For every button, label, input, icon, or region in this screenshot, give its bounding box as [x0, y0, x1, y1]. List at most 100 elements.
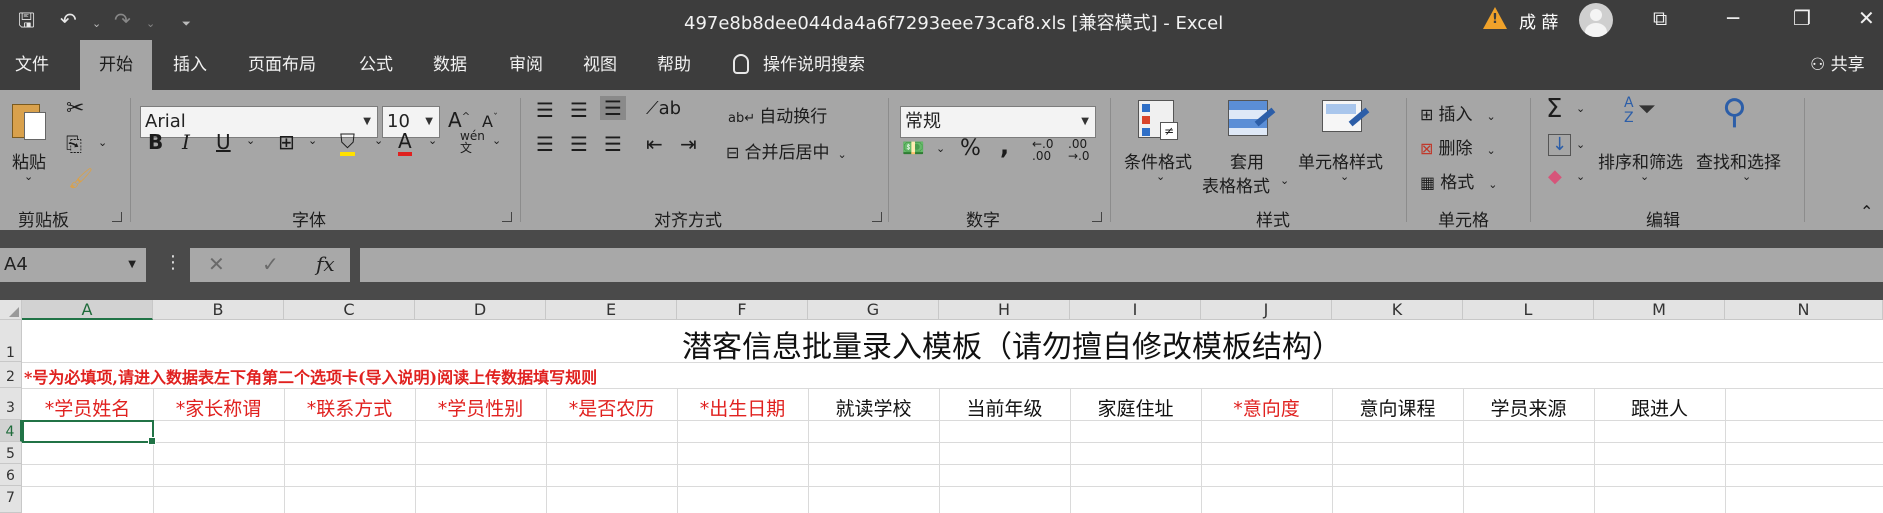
conditional-dropdown-icon[interactable]: ⌄ [1156, 170, 1165, 183]
header-cell-i3[interactable]: 家庭住址 [1070, 394, 1201, 421]
row-header-2[interactable]: 2 [0, 362, 22, 388]
column-header-a[interactable]: A [22, 300, 153, 320]
find-dropdown-icon[interactable]: ⌄ [1742, 170, 1751, 183]
column-header-l[interactable]: L [1463, 300, 1594, 320]
alignment-launcher-icon[interactable] [872, 212, 882, 222]
merge-center-button[interactable]: ⊟ 合并后居中 ⌄ [726, 138, 847, 163]
clipboard-launcher-icon[interactable] [112, 212, 122, 222]
increase-decimal-icon[interactable]: ←.0.00 [1032, 138, 1054, 162]
insert-function-button[interactable]: fx [316, 252, 335, 276]
copy-dropdown-icon[interactable]: ⌄ [98, 136, 107, 149]
tell-me-search[interactable]: 操作说明搜索 [733, 40, 865, 90]
number-format-select[interactable]: 常规 ▼ [900, 106, 1096, 138]
find-select-icon[interactable]: ⚲ [1722, 92, 1747, 132]
sort-filter-icon[interactable]: A Z ⏷ [1624, 96, 1656, 126]
header-cell-g3[interactable]: 就读学校 [808, 394, 939, 421]
phonetic-dropdown-icon[interactable]: ⌄ [492, 134, 501, 147]
accounting-format-icon[interactable]: 💵 [902, 138, 924, 159]
paste-dropdown-icon[interactable]: ⌄ [24, 170, 33, 183]
percent-style-button[interactable]: % [960, 136, 981, 161]
number-launcher-icon[interactable] [1092, 212, 1102, 222]
header-cell-d3[interactable]: *学员性别 [415, 394, 546, 421]
tab-insert[interactable]: 插入 [158, 40, 222, 90]
tab-formulas[interactable]: 公式 [344, 40, 408, 90]
increase-indent-icon[interactable]: ⇥ [680, 132, 697, 156]
minimize-icon[interactable]: ─ [1727, 6, 1739, 30]
header-cell-c3[interactable]: *联系方式 [284, 394, 415, 421]
fill-color-icon[interactable]: ⛉ [340, 130, 355, 156]
sort-dropdown-icon[interactable]: ⌄ [1640, 170, 1649, 183]
undo-icon[interactable]: ↶ [60, 8, 77, 32]
column-header-b[interactable]: B [153, 300, 284, 320]
tab-view[interactable]: 视图 [568, 40, 632, 90]
redo-icon[interactable]: ↷ [114, 8, 131, 32]
selected-cell-a4[interactable] [22, 420, 156, 445]
fill-icon[interactable]: ↓ [1548, 134, 1572, 156]
align-center-icon[interactable]: ☰ [570, 132, 588, 156]
avatar[interactable] [1579, 3, 1613, 37]
cut-icon[interactable]: ✂ [66, 96, 84, 121]
phonetic-guide-icon[interactable]: wén 文 [460, 130, 485, 154]
align-top-icon[interactable]: ☰ [536, 98, 554, 122]
required-note-cell[interactable]: *号为必填项,请进入数据表左下角第二个选项卡(导入说明)阅读上传数据填写规则 [24, 364, 597, 388]
underline-dropdown-icon[interactable]: ⌄ [246, 134, 255, 147]
tab-data[interactable]: 数据 [418, 40, 482, 90]
user-name[interactable]: 成 薛 [1519, 8, 1558, 33]
format-table-dropdown-icon[interactable]: ⌄ [1280, 174, 1289, 187]
column-header-d[interactable]: D [415, 300, 546, 320]
header-cell-a3[interactable]: *学员姓名 [22, 394, 153, 421]
cancel-icon[interactable]: ✕ [208, 252, 225, 276]
tab-help[interactable]: 帮助 [642, 40, 706, 90]
autosum-icon[interactable]: Σ [1546, 94, 1562, 124]
tab-review[interactable]: 审阅 [494, 40, 558, 90]
name-box[interactable]: A4 ▼ [0, 248, 146, 282]
row-header-5[interactable]: 5 [0, 442, 22, 464]
copy-icon[interactable]: ⎘ [66, 132, 82, 156]
format-cells-button[interactable]: ▦ 格式 ⌄ [1420, 168, 1497, 193]
row-header-6[interactable]: 6 [0, 464, 22, 486]
underline-button[interactable]: U [216, 130, 231, 154]
format-painter-icon[interactable]: 🖌 [68, 166, 93, 190]
borders-dropdown-icon[interactable]: ⌄ [308, 134, 317, 147]
header-cell-h3[interactable]: 当前年级 [939, 394, 1070, 421]
column-header-k[interactable]: K [1332, 300, 1463, 320]
align-middle-icon[interactable]: ☰ [570, 98, 588, 122]
fill-dropdown-icon[interactable]: ⌄ [1576, 138, 1585, 151]
comma-style-button[interactable]: , [1000, 132, 1009, 160]
header-cell-f3[interactable]: *出生日期 [677, 394, 808, 421]
share-button[interactable]: ⚇ 共享 [1810, 40, 1865, 90]
align-left-icon[interactable]: ☰ [536, 132, 554, 156]
bold-button[interactable]: B [148, 130, 163, 154]
header-cell-k3[interactable]: 意向课程 [1332, 394, 1463, 421]
row-header-7[interactable]: 7 [0, 486, 22, 513]
column-header-m[interactable]: M [1594, 300, 1725, 320]
decrease-indent-icon[interactable]: ⇤ [646, 132, 663, 156]
column-header-j[interactable]: J [1201, 300, 1332, 320]
clear-icon[interactable]: ◆ [1548, 166, 1562, 187]
header-cell-b3[interactable]: *家长称谓 [153, 394, 284, 421]
column-header-i[interactable]: I [1070, 300, 1201, 320]
clear-dropdown-icon[interactable]: ⌄ [1576, 170, 1585, 183]
redo-dropdown-icon[interactable]: ⌄ [146, 12, 155, 36]
select-all-button[interactable] [0, 300, 22, 320]
column-header-n[interactable]: N [1725, 300, 1883, 320]
tab-page-layout[interactable]: 页面布局 [236, 40, 328, 90]
autosum-dropdown-icon[interactable]: ⌄ [1576, 102, 1585, 115]
row-header-1[interactable]: 1 [0, 320, 22, 362]
delete-cells-button[interactable]: ⊠ 删除 ⌄ [1420, 134, 1496, 159]
column-header-e[interactable]: E [546, 300, 677, 320]
sheet-title-cell[interactable]: 潜客信息批量录入模板（请勿擅自修改模板结构） [562, 322, 1462, 366]
row-header-3[interactable]: 3 [0, 388, 22, 420]
cell-styles-dropdown-icon[interactable]: ⌄ [1340, 170, 1349, 183]
header-cell-e3[interactable]: *是否农历 [546, 394, 677, 421]
format-as-table-button[interactable]: 表格格式 [1202, 172, 1270, 197]
undo-dropdown-icon[interactable]: ⌄ [92, 12, 101, 36]
decrease-decimal-icon[interactable]: .00 →.0 [1068, 138, 1090, 162]
find-select-button[interactable]: 查找和选择 [1696, 148, 1781, 173]
restore-icon[interactable]: ❐ [1793, 6, 1811, 30]
column-header-f[interactable]: F [677, 300, 808, 320]
header-cell-j3[interactable]: *意向度 [1201, 394, 1332, 421]
column-header-c[interactable]: C [284, 300, 415, 320]
font-color-dropdown-icon[interactable]: ⌄ [428, 134, 437, 147]
close-icon[interactable]: ✕ [1858, 6, 1875, 30]
